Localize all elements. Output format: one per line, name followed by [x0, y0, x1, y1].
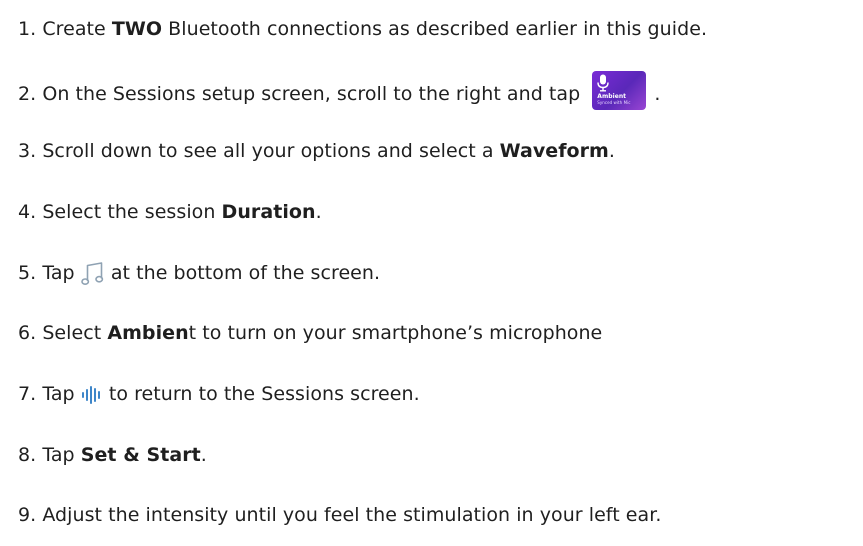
step-3: 3. Scroll down to see all your options a… [18, 136, 615, 166]
step-text: Create [36, 18, 112, 40]
step-5: 5. Tap at the bottom of the screen. [18, 258, 380, 288]
step-text: . [648, 83, 661, 105]
step-text: to return to the Sessions screen. [102, 383, 420, 405]
step-text: Bluetooth connections as described earli… [162, 18, 708, 40]
music-note-icon [80, 259, 105, 289]
ambient-tile-icon: Ambient Synced with Mic [592, 71, 647, 110]
step-number: 6. [18, 322, 37, 344]
step-number: 5. [18, 262, 37, 284]
step-text: Adjust the intensity until you feel the … [36, 504, 662, 526]
step-text: Tap [36, 444, 81, 466]
step-4: 4. Select the session Duration. [18, 197, 322, 227]
step-text: Scroll down to see all your options and … [36, 140, 500, 162]
step-2: 2. On the Sessions setup screen, scroll … [18, 71, 661, 110]
step-number: 3. [18, 140, 37, 162]
step-9: 9. Adjust the intensity until you feel t… [18, 500, 661, 530]
step-emphasis: TWO [111, 18, 163, 40]
microphone-icon [597, 74, 609, 92]
step-text: t to turn on your smartphone’s microphon… [188, 322, 603, 344]
step-number: 4. [18, 201, 37, 223]
step-8: 8. Tap Set & Start. [18, 440, 207, 470]
step-text: Select the session [36, 201, 222, 223]
step-text: at the bottom of the screen. [104, 262, 381, 284]
ambient-tile-title: Ambient [597, 93, 627, 100]
step-emphasis: Duration [221, 201, 316, 223]
step-text: Tap [36, 262, 81, 284]
step-number: 1. [18, 18, 37, 40]
step-emphasis: Waveform [499, 140, 609, 162]
step-7: 7. Tap to return to the Sessions screen. [18, 379, 420, 409]
step-emphasis: Set & Start [80, 444, 201, 466]
step-number: 9. [18, 504, 37, 526]
step-1: 1. Create TWO Bluetooth connections as d… [18, 14, 707, 44]
step-text: On the Sessions setup screen, scroll to … [36, 83, 587, 105]
step-number: 7. [18, 383, 37, 405]
step-text: Select [36, 322, 108, 344]
step-text: . [200, 444, 207, 466]
step-number: 2. [18, 83, 37, 105]
step-emphasis: Ambien [107, 322, 189, 344]
step-text: . [315, 201, 322, 223]
step-6: 6. Select Ambient to turn on your smartp… [18, 318, 602, 348]
waveform-icon [81, 380, 103, 410]
ambient-tile-subtitle: Synced with Mic [597, 100, 631, 105]
step-number: 8. [18, 444, 37, 466]
step-text: Tap [36, 383, 81, 405]
step-text: . [608, 140, 615, 162]
